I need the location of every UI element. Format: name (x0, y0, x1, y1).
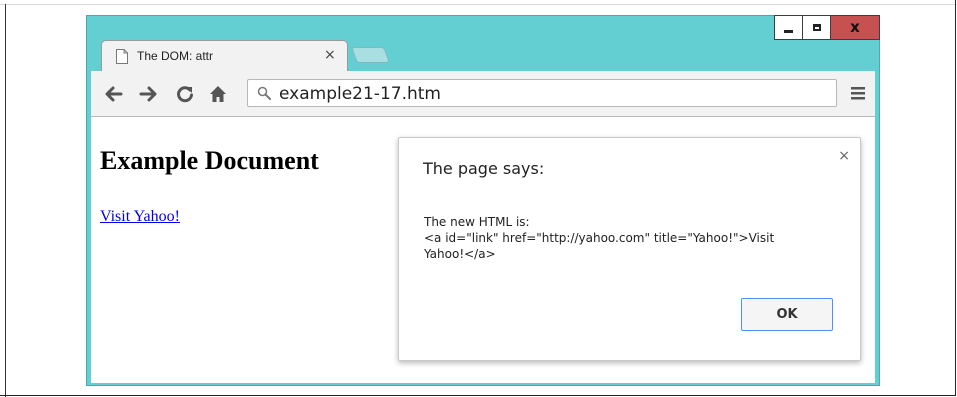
yahoo-link[interactable]: Visit Yahoo! (100, 208, 180, 226)
browser-tab[interactable]: The DOM: attr × (101, 40, 348, 72)
browser-toolbar: example21-17.htm (91, 71, 875, 117)
minimize-icon (784, 30, 793, 33)
address-bar[interactable]: example21-17.htm (247, 79, 837, 107)
tab-title: The DOM: attr (137, 49, 214, 63)
maximize-button[interactable] (802, 15, 831, 40)
maximize-icon (812, 24, 821, 31)
minimize-button[interactable] (774, 15, 803, 40)
dialog-close-icon[interactable]: × (838, 148, 850, 164)
page-heading: Example Document (100, 146, 319, 175)
address-bar-text: example21-17.htm (279, 84, 441, 104)
tab-close-icon[interactable]: × (324, 47, 336, 63)
page-icon (116, 49, 128, 64)
forward-icon[interactable] (138, 83, 158, 105)
home-icon[interactable] (208, 83, 228, 105)
browser-window: x The DOM: attr × example21-17.htm Examp… (86, 15, 880, 386)
new-tab-button[interactable] (351, 47, 390, 63)
window-close-button[interactable]: x (830, 15, 880, 40)
back-icon[interactable] (104, 83, 124, 105)
window-caption-buttons: x (774, 15, 880, 41)
alert-dialog: × The page says: The new HTML is: <a id=… (398, 137, 861, 361)
reload-icon[interactable] (175, 83, 195, 105)
ok-button[interactable]: OK (741, 298, 833, 331)
dialog-title: The page says: (423, 159, 545, 178)
page-content: Example Document Visit Yahoo! × The page… (91, 117, 875, 383)
close-icon: x (850, 18, 860, 36)
search-icon (257, 86, 271, 100)
dialog-message: The new HTML is: <a id="link" href="http… (424, 215, 775, 261)
menu-icon[interactable] (850, 85, 866, 101)
